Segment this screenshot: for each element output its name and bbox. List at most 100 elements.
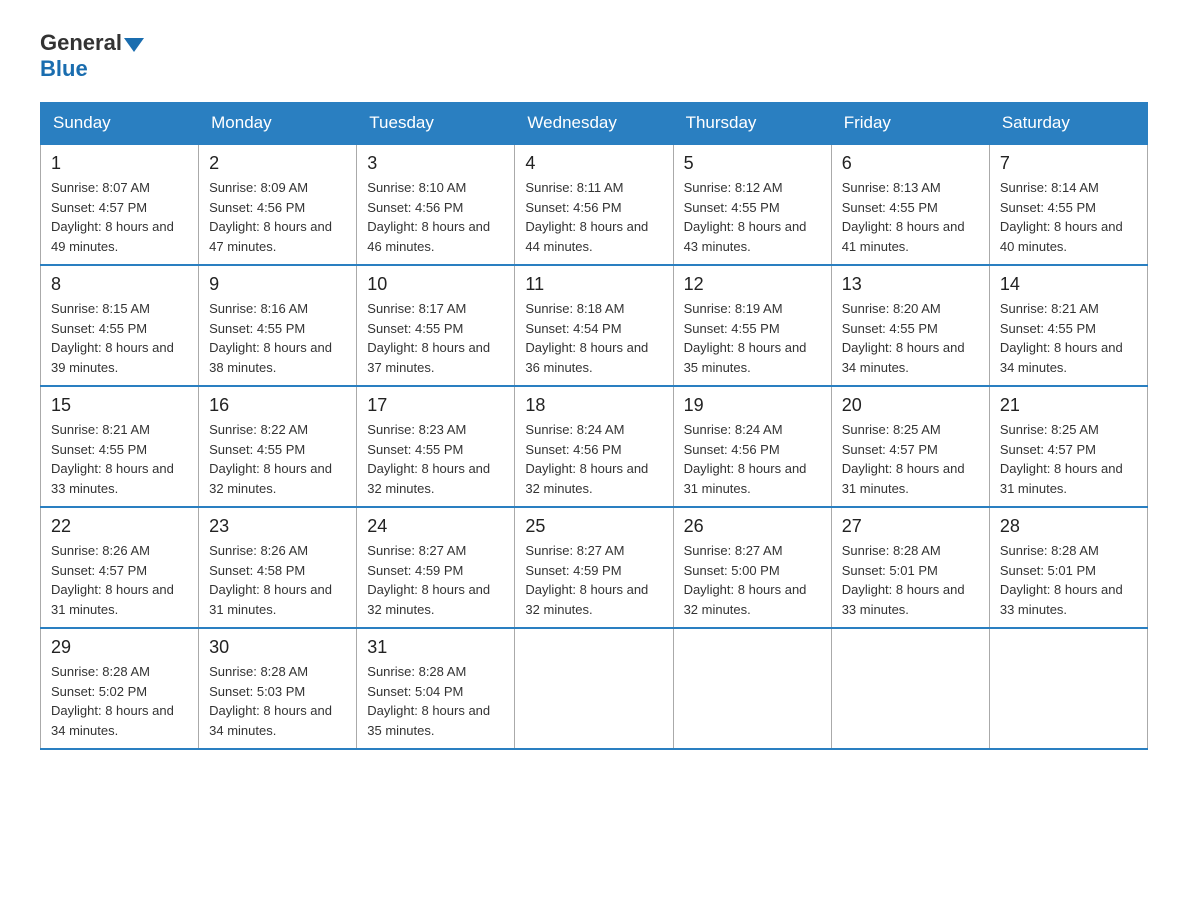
logo: General Blue — [40, 30, 146, 82]
weekday-header-wednesday: Wednesday — [515, 103, 673, 145]
day-number: 2 — [209, 153, 346, 174]
day-number: 6 — [842, 153, 979, 174]
day-info: Sunrise: 8:11 AM Sunset: 4:56 PM Dayligh… — [525, 178, 662, 256]
day-info: Sunrise: 8:13 AM Sunset: 4:55 PM Dayligh… — [842, 178, 979, 256]
day-number: 17 — [367, 395, 504, 416]
weekday-header-tuesday: Tuesday — [357, 103, 515, 145]
day-info: Sunrise: 8:28 AM Sunset: 5:01 PM Dayligh… — [842, 541, 979, 619]
calendar-cell — [989, 628, 1147, 749]
day-info: Sunrise: 8:07 AM Sunset: 4:57 PM Dayligh… — [51, 178, 188, 256]
day-info: Sunrise: 8:24 AM Sunset: 4:56 PM Dayligh… — [525, 420, 662, 498]
calendar-cell: 12 Sunrise: 8:19 AM Sunset: 4:55 PM Dayl… — [673, 265, 831, 386]
day-info: Sunrise: 8:28 AM Sunset: 5:04 PM Dayligh… — [367, 662, 504, 740]
day-number: 10 — [367, 274, 504, 295]
calendar-cell: 20 Sunrise: 8:25 AM Sunset: 4:57 PM Dayl… — [831, 386, 989, 507]
calendar-cell: 16 Sunrise: 8:22 AM Sunset: 4:55 PM Dayl… — [199, 386, 357, 507]
day-info: Sunrise: 8:22 AM Sunset: 4:55 PM Dayligh… — [209, 420, 346, 498]
calendar-week-row: 8 Sunrise: 8:15 AM Sunset: 4:55 PM Dayli… — [41, 265, 1148, 386]
day-number: 23 — [209, 516, 346, 537]
calendar-cell: 25 Sunrise: 8:27 AM Sunset: 4:59 PM Dayl… — [515, 507, 673, 628]
calendar-cell: 6 Sunrise: 8:13 AM Sunset: 4:55 PM Dayli… — [831, 144, 989, 265]
day-info: Sunrise: 8:16 AM Sunset: 4:55 PM Dayligh… — [209, 299, 346, 377]
day-number: 13 — [842, 274, 979, 295]
calendar-cell: 23 Sunrise: 8:26 AM Sunset: 4:58 PM Dayl… — [199, 507, 357, 628]
calendar-cell: 31 Sunrise: 8:28 AM Sunset: 5:04 PM Dayl… — [357, 628, 515, 749]
day-number: 4 — [525, 153, 662, 174]
day-info: Sunrise: 8:25 AM Sunset: 4:57 PM Dayligh… — [842, 420, 979, 498]
day-info: Sunrise: 8:23 AM Sunset: 4:55 PM Dayligh… — [367, 420, 504, 498]
calendar-week-row: 22 Sunrise: 8:26 AM Sunset: 4:57 PM Dayl… — [41, 507, 1148, 628]
calendar-week-row: 29 Sunrise: 8:28 AM Sunset: 5:02 PM Dayl… — [41, 628, 1148, 749]
day-info: Sunrise: 8:17 AM Sunset: 4:55 PM Dayligh… — [367, 299, 504, 377]
calendar-cell: 10 Sunrise: 8:17 AM Sunset: 4:55 PM Dayl… — [357, 265, 515, 386]
calendar-cell: 26 Sunrise: 8:27 AM Sunset: 5:00 PM Dayl… — [673, 507, 831, 628]
day-info: Sunrise: 8:19 AM Sunset: 4:55 PM Dayligh… — [684, 299, 821, 377]
day-info: Sunrise: 8:21 AM Sunset: 4:55 PM Dayligh… — [1000, 299, 1137, 377]
day-number: 14 — [1000, 274, 1137, 295]
day-info: Sunrise: 8:09 AM Sunset: 4:56 PM Dayligh… — [209, 178, 346, 256]
weekday-header-sunday: Sunday — [41, 103, 199, 145]
weekday-header-row: SundayMondayTuesdayWednesdayThursdayFrid… — [41, 103, 1148, 145]
day-number: 31 — [367, 637, 504, 658]
calendar-cell: 1 Sunrise: 8:07 AM Sunset: 4:57 PM Dayli… — [41, 144, 199, 265]
day-number: 18 — [525, 395, 662, 416]
day-number: 9 — [209, 274, 346, 295]
day-info: Sunrise: 8:26 AM Sunset: 4:57 PM Dayligh… — [51, 541, 188, 619]
day-info: Sunrise: 8:20 AM Sunset: 4:55 PM Dayligh… — [842, 299, 979, 377]
calendar-cell: 2 Sunrise: 8:09 AM Sunset: 4:56 PM Dayli… — [199, 144, 357, 265]
day-number: 11 — [525, 274, 662, 295]
day-info: Sunrise: 8:28 AM Sunset: 5:03 PM Dayligh… — [209, 662, 346, 740]
calendar-cell — [515, 628, 673, 749]
day-number: 16 — [209, 395, 346, 416]
day-info: Sunrise: 8:14 AM Sunset: 4:55 PM Dayligh… — [1000, 178, 1137, 256]
day-info: Sunrise: 8:10 AM Sunset: 4:56 PM Dayligh… — [367, 178, 504, 256]
calendar-cell — [673, 628, 831, 749]
day-number: 7 — [1000, 153, 1137, 174]
day-number: 29 — [51, 637, 188, 658]
weekday-header-thursday: Thursday — [673, 103, 831, 145]
calendar-cell: 24 Sunrise: 8:27 AM Sunset: 4:59 PM Dayl… — [357, 507, 515, 628]
logo-general-text: General — [40, 30, 122, 56]
day-info: Sunrise: 8:26 AM Sunset: 4:58 PM Dayligh… — [209, 541, 346, 619]
day-number: 24 — [367, 516, 504, 537]
calendar-cell: 27 Sunrise: 8:28 AM Sunset: 5:01 PM Dayl… — [831, 507, 989, 628]
day-info: Sunrise: 8:25 AM Sunset: 4:57 PM Dayligh… — [1000, 420, 1137, 498]
day-info: Sunrise: 8:21 AM Sunset: 4:55 PM Dayligh… — [51, 420, 188, 498]
calendar-cell: 15 Sunrise: 8:21 AM Sunset: 4:55 PM Dayl… — [41, 386, 199, 507]
calendar-cell: 30 Sunrise: 8:28 AM Sunset: 5:03 PM Dayl… — [199, 628, 357, 749]
logo-triangle-icon — [124, 38, 144, 52]
day-number: 25 — [525, 516, 662, 537]
day-info: Sunrise: 8:27 AM Sunset: 5:00 PM Dayligh… — [684, 541, 821, 619]
calendar-cell: 5 Sunrise: 8:12 AM Sunset: 4:55 PM Dayli… — [673, 144, 831, 265]
day-number: 27 — [842, 516, 979, 537]
day-info: Sunrise: 8:28 AM Sunset: 5:01 PM Dayligh… — [1000, 541, 1137, 619]
calendar-cell: 28 Sunrise: 8:28 AM Sunset: 5:01 PM Dayl… — [989, 507, 1147, 628]
day-number: 8 — [51, 274, 188, 295]
day-number: 28 — [1000, 516, 1137, 537]
day-number: 21 — [1000, 395, 1137, 416]
day-number: 1 — [51, 153, 188, 174]
page-header: General Blue — [40, 30, 1148, 82]
calendar-cell: 11 Sunrise: 8:18 AM Sunset: 4:54 PM Dayl… — [515, 265, 673, 386]
day-number: 22 — [51, 516, 188, 537]
calendar-cell: 17 Sunrise: 8:23 AM Sunset: 4:55 PM Dayl… — [357, 386, 515, 507]
day-info: Sunrise: 8:24 AM Sunset: 4:56 PM Dayligh… — [684, 420, 821, 498]
calendar-table: SundayMondayTuesdayWednesdayThursdayFrid… — [40, 102, 1148, 750]
weekday-header-saturday: Saturday — [989, 103, 1147, 145]
day-number: 15 — [51, 395, 188, 416]
day-number: 26 — [684, 516, 821, 537]
calendar-cell: 14 Sunrise: 8:21 AM Sunset: 4:55 PM Dayl… — [989, 265, 1147, 386]
calendar-cell: 13 Sunrise: 8:20 AM Sunset: 4:55 PM Dayl… — [831, 265, 989, 386]
day-info: Sunrise: 8:15 AM Sunset: 4:55 PM Dayligh… — [51, 299, 188, 377]
calendar-cell: 18 Sunrise: 8:24 AM Sunset: 4:56 PM Dayl… — [515, 386, 673, 507]
day-number: 5 — [684, 153, 821, 174]
day-info: Sunrise: 8:28 AM Sunset: 5:02 PM Dayligh… — [51, 662, 188, 740]
weekday-header-monday: Monday — [199, 103, 357, 145]
day-info: Sunrise: 8:27 AM Sunset: 4:59 PM Dayligh… — [367, 541, 504, 619]
day-number: 30 — [209, 637, 346, 658]
calendar-cell: 29 Sunrise: 8:28 AM Sunset: 5:02 PM Dayl… — [41, 628, 199, 749]
day-number: 20 — [842, 395, 979, 416]
calendar-week-row: 15 Sunrise: 8:21 AM Sunset: 4:55 PM Dayl… — [41, 386, 1148, 507]
day-number: 19 — [684, 395, 821, 416]
calendar-cell: 22 Sunrise: 8:26 AM Sunset: 4:57 PM Dayl… — [41, 507, 199, 628]
